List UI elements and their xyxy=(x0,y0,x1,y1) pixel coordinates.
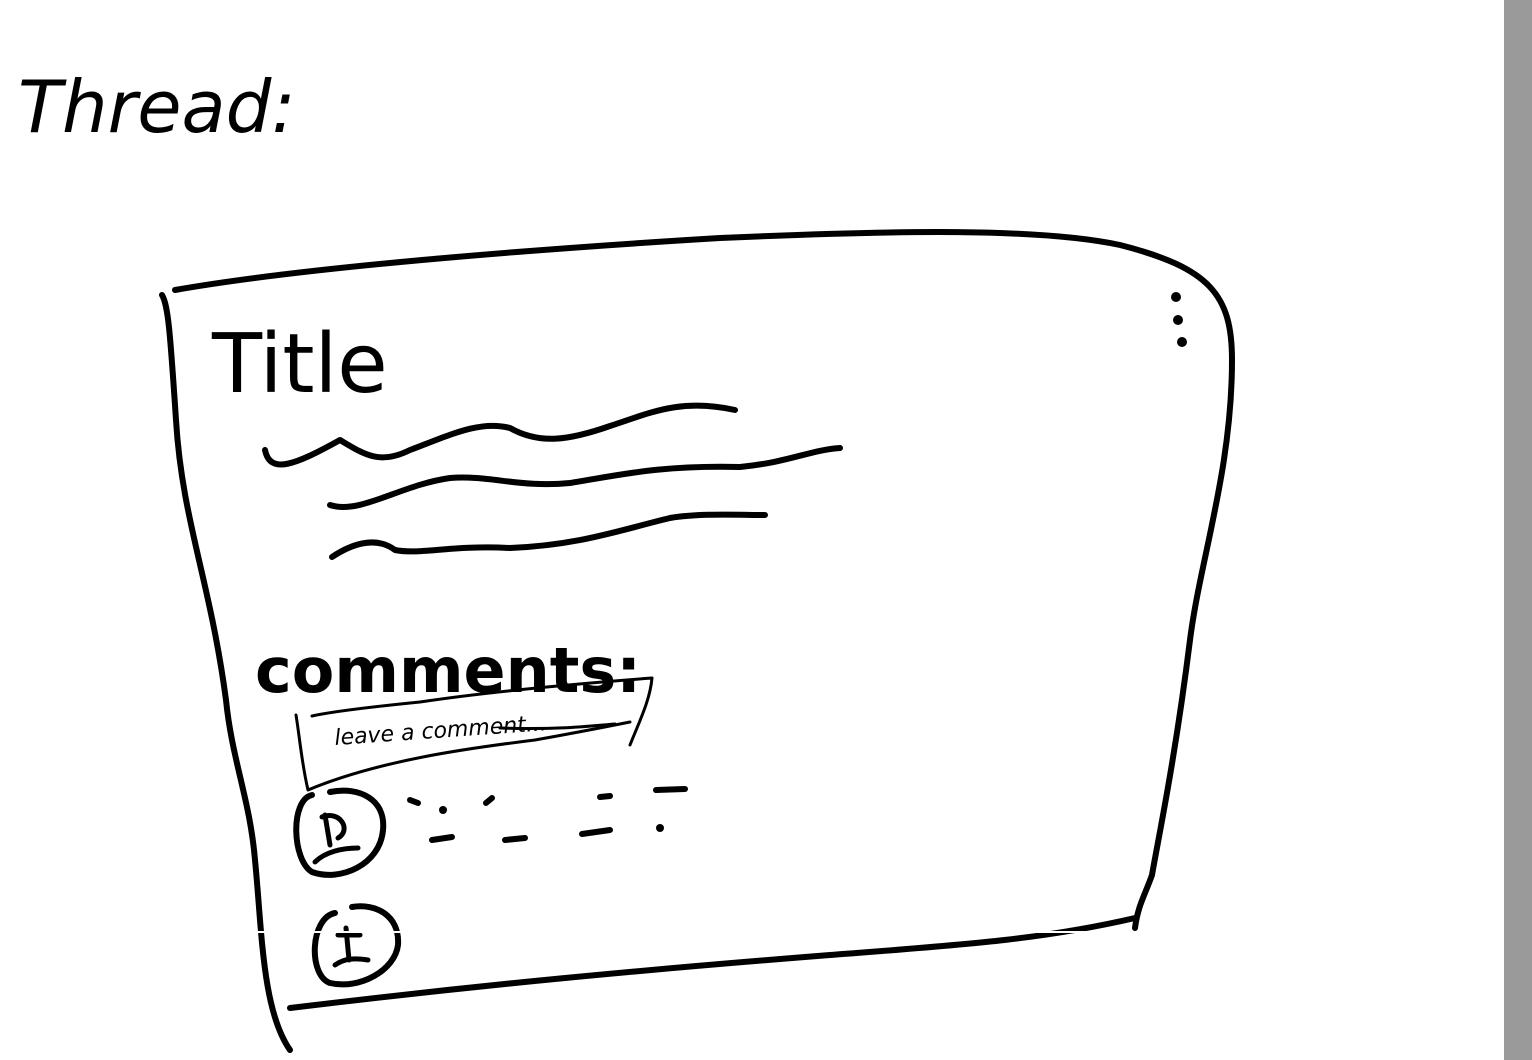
user-avatar-icon xyxy=(311,903,402,988)
thread-body-text xyxy=(262,402,843,560)
comments-label: comments: xyxy=(255,634,641,707)
comment-item xyxy=(311,903,402,988)
vertical-scrollbar[interactable] xyxy=(1504,0,1532,1060)
comment-item xyxy=(293,786,688,878)
wireframe-page: Thread: Title comments: leave a comment.… xyxy=(0,0,1532,1060)
kebab-menu-icon[interactable] xyxy=(1171,292,1187,347)
thread-title: Title xyxy=(211,317,388,412)
user-avatar-icon xyxy=(293,787,387,878)
comment-input-placeholder: leave a comment... xyxy=(334,711,548,751)
thread-heading: Thread: xyxy=(18,65,296,149)
comment-text xyxy=(407,786,688,843)
sketch-canvas: Thread: Title comments: leave a comment.… xyxy=(18,65,1235,1053)
